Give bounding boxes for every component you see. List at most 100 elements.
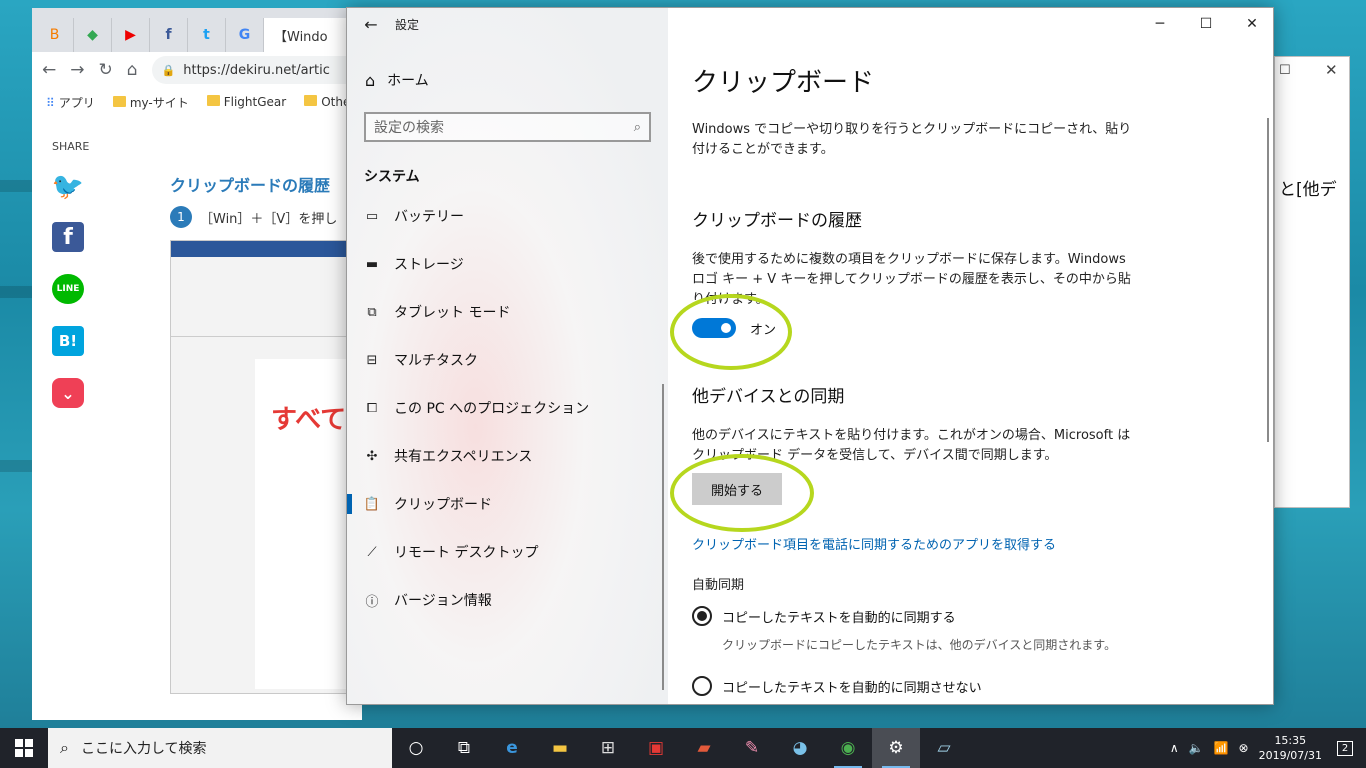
hatena-share-icon[interactable]: B! [52, 326, 84, 356]
toggle-state: オン [750, 322, 777, 338]
line-share-icon[interactable]: LINE [52, 274, 84, 304]
radio-button-checked[interactable] [692, 606, 712, 626]
sidebar-item-shared-experiences[interactable]: ✣ 共有エクスペリエンス [364, 446, 533, 466]
bookmark-folder[interactable]: FlightGear [206, 95, 286, 109]
address-bar[interactable]: 🔒 https://dekiru.net/artic [151, 56, 362, 84]
settings-window: ← 設定 ⌂ ホーム 設定の検索 ⌕ システム ▭ バッテリー ▬ ストレージ … [346, 7, 1274, 705]
maximize-icon[interactable]: ☐ [1183, 8, 1229, 40]
tab-facebook[interactable]: f [150, 18, 188, 52]
settings-search-input[interactable]: 設定の検索 ⌕ [364, 112, 651, 142]
task-view-icon[interactable]: ⧉ [440, 728, 488, 768]
bookmark-folder[interactable]: my-サイト [112, 94, 189, 111]
reload-icon[interactable]: ↻ [99, 60, 113, 80]
radio-button[interactable] [692, 676, 712, 696]
close-icon[interactable]: ✕ [1229, 8, 1273, 40]
start-sync-button[interactable]: 開始する [692, 473, 782, 505]
get-app-link[interactable]: クリップボード項目を電話に同期するためのアプリを取得する [692, 534, 1056, 553]
background-window-text: と[他デ [1279, 180, 1337, 200]
sidebar-item-clipboard[interactable]: 📋 クリップボード [347, 494, 492, 514]
sidebar-item-remote-desktop[interactable]: ⟋ リモート デスクトップ [364, 542, 538, 562]
youtube-icon: ▶ [125, 27, 136, 43]
notes-app-icon[interactable]: ▱ [920, 728, 968, 768]
remote-desktop-icon: ⟋ [367, 544, 377, 560]
search-icon: ⌕ [633, 119, 641, 135]
apps-grid-icon: ⠿ [46, 95, 55, 110]
tab-maps[interactable]: ◆ [74, 18, 112, 52]
taskbar: ⌕ ここに入力して検索 ○ ⧉ e ▬ ⊞ ▣ ▰ ✎ ◕ ◉ ⚙ ▱ ∧ 🔈 … [0, 728, 1366, 768]
sidebar-item-storage[interactable]: ▬ ストレージ [364, 254, 464, 274]
battery-icon: ▭ [365, 208, 379, 224]
content-scrollbar[interactable] [1267, 118, 1269, 442]
pocket-share-icon[interactable]: ⌄ [52, 378, 84, 408]
wifi-icon[interactable]: 📶 [1214, 741, 1229, 755]
desktop-icon[interactable] [0, 460, 34, 472]
lock-icon: 🔒 [161, 63, 176, 77]
clock-date: 2019/07/31 [1258, 749, 1322, 762]
airplane-off-icon[interactable]: ⊗ [1239, 741, 1249, 755]
settings-content: ─ ☐ ✕ クリップボード Windows でコピーや切り取りを行うとクリップボ… [668, 8, 1273, 704]
sidebar-item-tablet-mode[interactable]: ⧉ タブレット モード [364, 302, 510, 322]
book-app-icon[interactable]: ▣ [632, 728, 680, 768]
page-content: SHARE 🐦 f LINE B! ⌄ クリップボードの履歴 1 ［Win］＋［… [32, 120, 362, 720]
store-icon[interactable]: ⊞ [584, 728, 632, 768]
clock[interactable]: 15:35 2019/07/31 [1259, 733, 1322, 763]
google-icon: G [238, 27, 251, 43]
tab-blogger[interactable]: B [36, 18, 74, 52]
share-label: SHARE [52, 140, 90, 153]
clock-time: 15:35 [1274, 734, 1307, 747]
auto-sync-label: 自動同期 [692, 578, 745, 593]
page-title: クリップボード [692, 68, 875, 98]
home-icon[interactable]: ⌂ [127, 60, 138, 80]
browser-tab-strip: B ◆ ▶ f t G 【Windo [32, 8, 362, 52]
taskbar-search-input[interactable]: ⌕ ここに入力して検索 [48, 728, 392, 768]
file-explorer-icon[interactable]: ▬ [536, 728, 584, 768]
sidebar-item-projection[interactable]: ⧠ この PC へのプロジェクション [364, 398, 589, 418]
tab-google[interactable]: G [226, 18, 264, 52]
maximize-icon[interactable]: ☐ [1279, 63, 1291, 78]
desktop-icon[interactable] [0, 180, 34, 192]
palette-app-icon[interactable]: ◕ [776, 728, 824, 768]
settings-gear-icon[interactable]: ⚙ [872, 728, 920, 768]
facebook-icon: f [165, 27, 172, 43]
facebook-share-icon[interactable]: f [52, 222, 84, 252]
multitasking-icon: ⊟ [366, 352, 378, 368]
taskbar-apps: ○ ⧉ e ▬ ⊞ ▣ ▰ ✎ ◕ ◉ ⚙ ▱ [392, 728, 968, 768]
sync-description: 他のデバイスにテキストを貼り付けます。これがオンの場合、Microsoft はク… [692, 428, 1131, 463]
nav-home[interactable]: ⌂ ホーム [365, 70, 429, 90]
chrome-icon[interactable]: ◉ [824, 728, 872, 768]
paint-app-icon[interactable]: ✎ [728, 728, 776, 768]
volume-icon[interactable]: 🔈 [1189, 741, 1204, 755]
sidebar-item-multitasking[interactable]: ⊟ マルチタスク [364, 350, 478, 370]
radio-no-auto-sync[interactable]: コピーしたテキストを自動的に同期させない [692, 676, 982, 696]
tab-youtube[interactable]: ▶ [112, 18, 150, 52]
blogger-icon: B [49, 27, 60, 43]
search-icon: ⌕ [60, 738, 69, 757]
cortana-icon[interactable]: ○ [392, 728, 440, 768]
pdf-app-icon[interactable]: ▰ [680, 728, 728, 768]
projection-icon: ⧠ [366, 400, 378, 416]
back-arrow-icon[interactable]: ← [347, 15, 395, 34]
sidebar-scrollbar[interactable] [662, 384, 664, 690]
settings-sidebar: ← 設定 ⌂ ホーム 設定の検索 ⌕ システム ▭ バッテリー ▬ ストレージ … [347, 8, 668, 704]
back-icon[interactable]: ← [42, 60, 56, 80]
minimize-icon[interactable]: ─ [1137, 8, 1183, 40]
browser-toolbar: ← → ↻ ⌂ 🔒 https://dekiru.net/artic [32, 52, 362, 88]
radio-auto-sync[interactable]: コピーしたテキストを自動的に同期する [692, 606, 956, 626]
sidebar-item-battery[interactable]: ▭ バッテリー [364, 206, 464, 226]
twitter-share-icon[interactable]: 🐦 [52, 172, 84, 202]
history-toggle[interactable] [692, 318, 736, 338]
bookmark-folder[interactable]: Othe [304, 95, 350, 109]
close-icon[interactable]: ✕ [1325, 61, 1338, 79]
tab-title: 【Windo [274, 29, 328, 45]
sidebar-item-about[interactable]: ⓘ バージョン情報 [364, 590, 491, 610]
desktop-icon[interactable] [0, 286, 34, 298]
tab-twitter[interactable]: t [188, 18, 226, 52]
chevron-up-icon[interactable]: ∧ [1170, 741, 1179, 755]
bookmark-apps[interactable]: ⠿ アプリ [46, 94, 95, 111]
start-button[interactable] [0, 728, 48, 768]
home-icon: ⌂ [365, 70, 376, 90]
notification-center-icon[interactable]: 2 [1332, 735, 1358, 761]
forward-icon[interactable]: → [70, 60, 84, 80]
bookmarks-bar: ⠿ アプリ my-サイト FlightGear Othe [32, 88, 362, 116]
edge-icon[interactable]: e [488, 728, 536, 768]
